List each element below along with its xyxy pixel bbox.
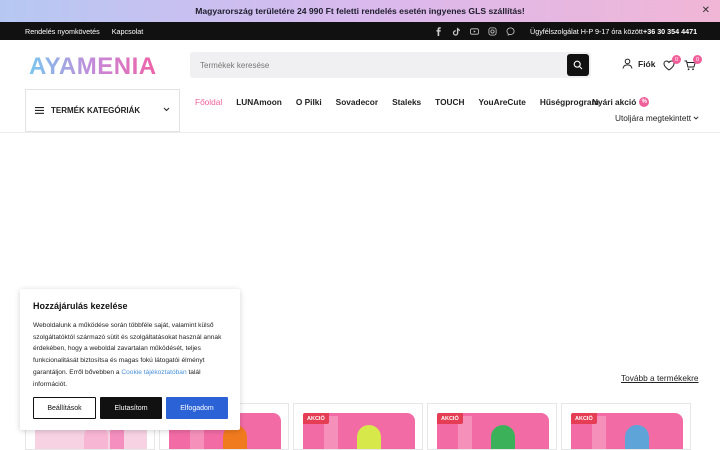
main-nav: Főoldal LUNAmoon O Pilki Sovadecor Stale… bbox=[195, 97, 599, 107]
user-icon bbox=[622, 58, 633, 69]
menu-icon bbox=[35, 107, 44, 114]
product-card[interactable]: AKCIÓ bbox=[427, 403, 557, 450]
close-icon[interactable]: ✕ bbox=[702, 5, 710, 16]
sale-tag: AKCIÓ bbox=[437, 413, 463, 424]
wishlist-count-badge: 0 bbox=[672, 55, 681, 64]
search-bar bbox=[190, 52, 591, 78]
cookie-body: Weboldalunk a működése során többféle sa… bbox=[33, 320, 227, 390]
account-button[interactable]: Fiók bbox=[622, 58, 655, 69]
sale-tag: AKCIÓ bbox=[303, 413, 329, 424]
cookie-decline-button[interactable]: Elutasítom bbox=[100, 397, 162, 419]
percent-icon: % bbox=[639, 97, 650, 107]
search-input[interactable] bbox=[190, 52, 550, 78]
contact-link[interactable]: Kapcsolat bbox=[112, 27, 144, 36]
product-categories-button[interactable]: TERMÉK KATEGÓRIÁK bbox=[25, 89, 180, 132]
header-divider bbox=[0, 132, 720, 133]
nav-item-summer-sale[interactable]: Nyári akció % bbox=[592, 97, 650, 107]
cart-button[interactable]: 0 bbox=[684, 55, 702, 76]
announcement-text: Magyarország területére 24 990 Ft felett… bbox=[195, 6, 525, 16]
chevron-down-icon bbox=[693, 116, 699, 120]
summer-sale-label: Nyári akció bbox=[592, 97, 637, 107]
facebook-icon[interactable] bbox=[434, 26, 443, 36]
product-card[interactable]: AKCIÓ bbox=[293, 403, 423, 450]
recently-viewed-label: Utoljára megtekintett bbox=[615, 113, 692, 123]
search-button[interactable] bbox=[567, 54, 589, 76]
nav-item-youarecute[interactable]: YouAreCute bbox=[479, 97, 526, 107]
product-bottle bbox=[357, 425, 381, 449]
nav-item-o-pilki[interactable]: O Pilki bbox=[296, 97, 322, 107]
announcement-bar: Magyarország területére 24 990 Ft felett… bbox=[0, 0, 720, 22]
cookie-body-text: Weboldalunk a működése során többféle sa… bbox=[33, 322, 222, 376]
nav-item-touch[interactable]: TOUCH bbox=[435, 97, 464, 107]
product-bottle bbox=[625, 425, 649, 449]
account-label: Fiók bbox=[638, 58, 656, 69]
youtube-icon[interactable] bbox=[470, 27, 479, 36]
order-tracking-link[interactable]: Rendelés nyomkövetés bbox=[25, 27, 100, 36]
cookie-consent-dialog: Hozzájárulás kezelése Weboldalunk a műkö… bbox=[20, 289, 240, 430]
logo[interactable]: AYAMENIA bbox=[29, 52, 157, 78]
nav-item-loyalty[interactable]: Hűségprogram bbox=[540, 97, 599, 107]
product-categories-label: TERMÉK KATEGÓRIÁK bbox=[51, 106, 141, 115]
nav-item-staleks[interactable]: Staleks bbox=[392, 97, 421, 107]
cookie-accept-button[interactable]: Elfogadom bbox=[166, 397, 228, 419]
cookie-title: Hozzájárulás kezelése bbox=[33, 301, 128, 311]
instagram-icon[interactable] bbox=[488, 26, 497, 36]
nav-item-home[interactable]: Főoldal bbox=[195, 97, 222, 107]
messenger-icon[interactable] bbox=[506, 26, 515, 36]
recently-viewed-button[interactable]: Utoljára megtekintett bbox=[615, 113, 699, 123]
logo-text: AYAMENIA bbox=[29, 53, 157, 78]
chevron-down-icon bbox=[163, 107, 170, 112]
top-bar: Rendelés nyomkövetés Kapcsolat Ügyfélszo… bbox=[0, 22, 720, 40]
cookie-policy-link[interactable]: Cookie tájékoztatóban bbox=[121, 369, 186, 376]
more-products-link[interactable]: Tovább a termékekre bbox=[621, 373, 698, 383]
tiktok-icon[interactable] bbox=[452, 27, 461, 36]
cart-count-badge: 0 bbox=[693, 55, 702, 64]
wishlist-button[interactable]: 0 bbox=[663, 55, 681, 76]
sale-tag: AKCIÓ bbox=[571, 413, 597, 424]
product-bottle bbox=[491, 425, 515, 449]
search-icon bbox=[573, 60, 583, 70]
phone-number[interactable]: +36 30 354 4471 bbox=[643, 27, 697, 36]
product-card[interactable]: AKCIÓ bbox=[561, 403, 691, 450]
customer-service-hours: Ügyfélszolgálat H-P 9-17 óra között bbox=[530, 26, 643, 36]
cookie-settings-button[interactable]: Beállítások bbox=[33, 397, 96, 419]
nav-item-lunamoon[interactable]: LUNAmoon bbox=[236, 97, 282, 107]
nav-item-sovadecor[interactable]: Sovadecor bbox=[336, 97, 378, 107]
